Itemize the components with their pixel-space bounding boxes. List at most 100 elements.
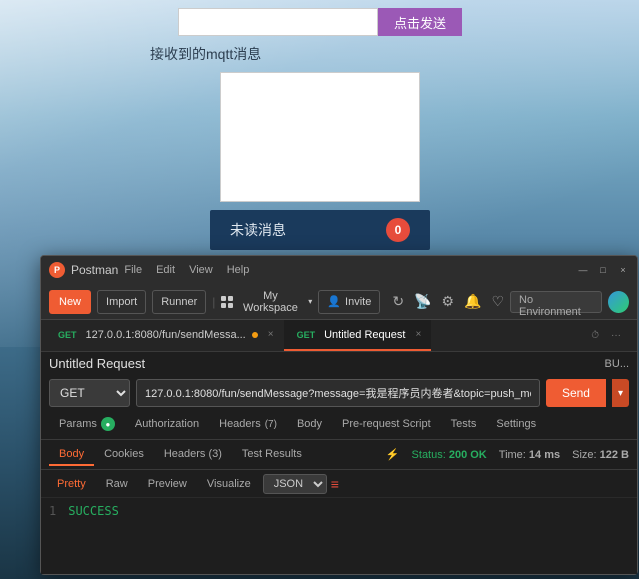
params-tab-params[interactable]: Params ●	[49, 411, 125, 439]
workspace-grid-icon	[221, 296, 232, 308]
params-tab-prerequest[interactable]: Pre-request Script	[332, 411, 441, 439]
params-tab-tests[interactable]: Tests	[441, 411, 487, 439]
runner-button[interactable]: Runner	[152, 290, 206, 314]
minimize-button[interactable]: —	[577, 264, 589, 276]
response-tab-cookies[interactable]: Cookies	[94, 444, 154, 466]
new-button[interactable]: New	[49, 290, 91, 314]
format-visualize-button[interactable]: Visualize	[199, 476, 259, 492]
title-bar: P Postman File Edit View Help — □ ×	[41, 256, 637, 284]
response-status: ⚡ Status: 200 OK Time: 14 ms Size: 122 B	[386, 448, 629, 461]
save-button[interactable]: BU...	[605, 358, 629, 370]
response-tab-tests[interactable]: Test Results	[232, 444, 312, 466]
request-tabs: GET 127.0.0.1:8080/fun/sendMessa... × GE…	[41, 320, 637, 352]
mqtt-textarea[interactable]	[220, 72, 420, 202]
tab-actions: ⏱ ···	[587, 330, 633, 341]
send-request-button[interactable]: Send	[546, 379, 606, 407]
workspace-chevron-icon: ▾	[308, 297, 312, 306]
message-input[interactable]	[178, 8, 378, 36]
environment-selector[interactable]: No Environment	[510, 291, 602, 313]
auth-label: Authorization	[135, 418, 199, 430]
url-bar: GET POST PUT DELETE Send ▾	[41, 375, 637, 411]
postman-logo: P	[49, 262, 65, 278]
tab-url-2: Untitled Request	[324, 329, 405, 341]
user-plus-icon: 👤	[327, 295, 341, 308]
tab-request-1[interactable]: GET 127.0.0.1:8080/fun/sendMessa... ×	[45, 320, 284, 351]
request-name: Untitled Request	[49, 356, 145, 371]
unread-bar: 未读消息 0	[210, 210, 430, 250]
mqtt-label: 接收到的mqtt消息	[150, 44, 261, 64]
response-tab-body[interactable]: Body	[49, 444, 94, 466]
response-tests-label: Test Results	[242, 448, 302, 460]
response-body-label: Body	[59, 448, 84, 460]
tab-method-2: GET	[294, 329, 319, 341]
tab-close-2[interactable]: ×	[415, 329, 421, 340]
workspace-label: My Workspace	[237, 290, 305, 314]
params-tabs: Params ● Authorization Headers (7) Body …	[41, 411, 637, 440]
maximize-button[interactable]: □	[597, 264, 609, 276]
format-type-select[interactable]: JSON XML HTML Text	[263, 474, 327, 494]
params-tab-headers[interactable]: Headers (7)	[209, 411, 287, 439]
sync-icon[interactable]: ↻	[392, 293, 404, 310]
send-button[interactable]: 点击发送	[378, 8, 462, 36]
title-left: P Postman File Edit View Help	[49, 262, 249, 278]
tab-dot-1	[252, 332, 258, 338]
params-badge: ●	[101, 417, 115, 431]
bell-icon[interactable]: 🔔	[464, 293, 481, 310]
unread-text: 未读消息	[230, 220, 286, 240]
response-size: Size: 122 B	[572, 449, 629, 461]
request-name-row: Untitled Request BU...	[41, 352, 637, 375]
import-button[interactable]: Import	[97, 290, 146, 314]
menu-edit[interactable]: Edit	[156, 264, 175, 276]
send-dropdown-button[interactable]: ▾	[612, 379, 629, 407]
format-icon: ≡	[331, 476, 339, 492]
tab-request-2[interactable]: GET Untitled Request ×	[284, 320, 432, 351]
postman-window: P Postman File Edit View Help — □ × New …	[40, 255, 638, 575]
response-cookies-label: Cookies	[104, 448, 144, 460]
status-code: Status: 200 OK	[412, 449, 487, 461]
params-tab-settings[interactable]: Settings	[486, 411, 546, 439]
format-bar: Pretty Raw Preview Visualize JSON XML HT…	[41, 470, 637, 498]
tab-close-1[interactable]: ×	[268, 329, 274, 340]
heart-icon[interactable]: ♡	[491, 293, 504, 310]
params-tab-auth[interactable]: Authorization	[125, 411, 209, 439]
line-number-1: 1	[49, 504, 56, 518]
invite-button[interactable]: 👤 Invite	[318, 290, 380, 314]
toolbar-icons: ↻ 📡 ⚙ 🔔 ♡	[392, 293, 504, 310]
params-tab-body[interactable]: Body	[287, 411, 332, 439]
title-menu: File Edit View Help	[124, 264, 249, 276]
settings-label: Settings	[496, 418, 536, 430]
status-icon: ⚡	[386, 448, 400, 461]
invite-label: Invite	[345, 296, 371, 308]
prerequest-label: Pre-request Script	[342, 418, 431, 430]
headers-count: (7)	[265, 419, 277, 430]
close-button[interactable]: ×	[617, 264, 629, 276]
format-pretty-button[interactable]: Pretty	[49, 476, 94, 492]
tests-label: Tests	[451, 418, 477, 430]
web-page-overlay: 点击发送 接收到的mqtt消息 未读消息 0	[130, 0, 510, 250]
format-preview-button[interactable]: Preview	[140, 476, 195, 492]
tab-more-icon[interactable]: ···	[607, 330, 625, 341]
satellite-icon[interactable]: 📡	[414, 293, 431, 310]
format-raw-button[interactable]: Raw	[98, 476, 136, 492]
code-content-1: SUCCESS	[68, 504, 119, 518]
workspace-button[interactable]: My Workspace ▾	[221, 290, 312, 314]
url-input[interactable]	[136, 379, 540, 407]
response-tab-headers[interactable]: Headers (3)	[154, 444, 232, 466]
params-label: Params	[59, 418, 97, 430]
menu-file[interactable]: File	[124, 264, 142, 276]
title-controls: — □ ×	[577, 264, 629, 276]
method-select[interactable]: GET POST PUT DELETE	[49, 379, 130, 407]
tab-url-1: 127.0.0.1:8080/fun/sendMessa...	[86, 329, 246, 341]
user-avatar[interactable]	[608, 291, 629, 313]
tab-timer-icon: ⏱	[587, 330, 603, 341]
settings-icon[interactable]: ⚙	[441, 293, 454, 310]
app-title: Postman	[71, 263, 118, 277]
menu-view[interactable]: View	[189, 264, 213, 276]
code-line-1: 1 SUCCESS	[49, 504, 629, 518]
headers-label: Headers	[219, 418, 261, 430]
body-label: Body	[297, 418, 322, 430]
unread-badge: 0	[386, 218, 410, 242]
response-headers-label: Headers (3)	[164, 448, 222, 460]
response-body: 1 SUCCESS	[41, 498, 637, 574]
menu-help[interactable]: Help	[227, 264, 250, 276]
